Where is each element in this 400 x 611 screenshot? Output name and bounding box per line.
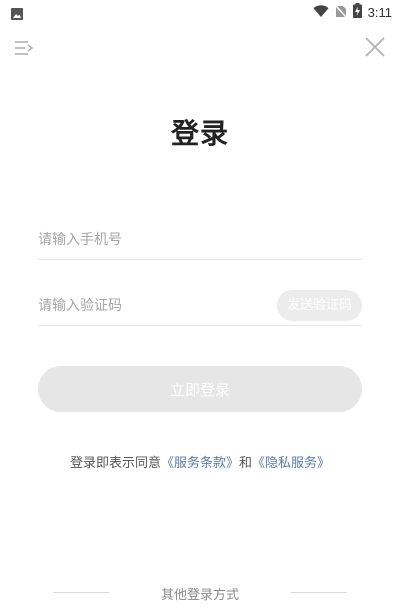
other-login-label: 其他登录方式 bbox=[160, 588, 239, 603]
terms-link[interactable]: 《服务条款》 bbox=[161, 456, 239, 471]
no-sim-icon bbox=[335, 3, 347, 22]
close-icon[interactable] bbox=[364, 36, 386, 58]
privacy-link[interactable]: 《隐私服务》 bbox=[252, 456, 330, 471]
status-time: 3:11 bbox=[367, 5, 392, 20]
battery-charging-icon bbox=[352, 3, 362, 22]
top-bar bbox=[0, 32, 400, 64]
status-icons: 3:11 bbox=[313, 3, 392, 22]
agreement-text: 登录即表示同意《服务条款》和《隐私服务》 bbox=[0, 452, 400, 471]
wifi-icon bbox=[313, 3, 329, 22]
menu-icon[interactable] bbox=[14, 38, 34, 58]
page-title: 登录 bbox=[170, 117, 229, 150]
phone-input[interactable] bbox=[38, 220, 362, 260]
send-code-button[interactable]: 发送验证码 bbox=[276, 290, 362, 321]
login-button[interactable]: 立即登录 bbox=[38, 366, 362, 412]
agreement-prefix: 登录即表示同意 bbox=[69, 456, 161, 471]
image-icon bbox=[11, 5, 23, 24]
status-bar: 3:11 bbox=[0, 0, 400, 24]
other-login-section: 其他登录方式 bbox=[0, 584, 400, 603]
phone-field-container bbox=[38, 220, 362, 260]
divider-right bbox=[291, 592, 347, 593]
code-field-container: 发送验证码 bbox=[38, 286, 362, 326]
agreement-and: 和 bbox=[239, 456, 253, 471]
code-input[interactable] bbox=[38, 286, 268, 326]
